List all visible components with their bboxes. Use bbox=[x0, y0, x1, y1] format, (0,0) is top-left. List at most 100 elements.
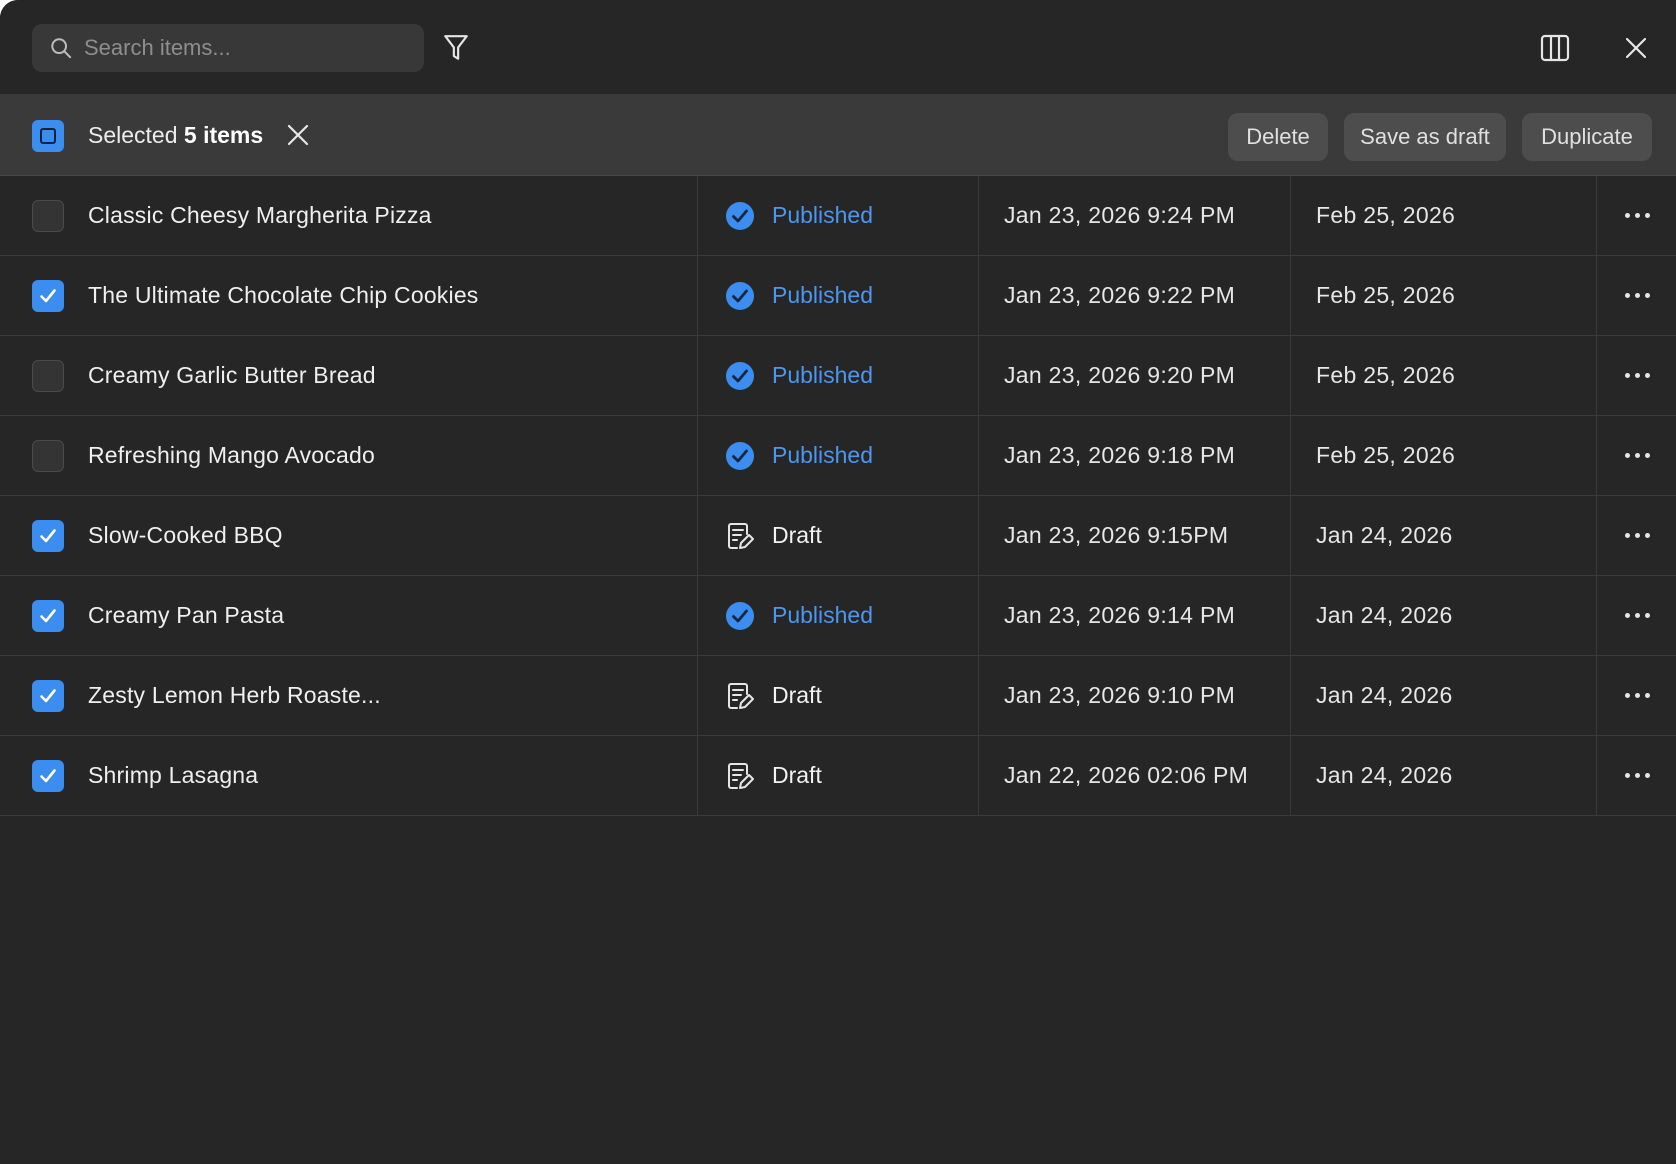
status-icon bbox=[725, 761, 755, 791]
row-menu-button[interactable] bbox=[1615, 683, 1660, 708]
created-date: Jan 23, 2026 9:22 PM bbox=[1004, 282, 1236, 308]
item-name[interactable]: The Ultimate Chocolate Chip Cookies bbox=[88, 282, 479, 309]
filter-icon bbox=[444, 35, 468, 60]
updated-date: Feb 25, 2026 bbox=[1316, 442, 1456, 468]
created-cell: Jan 23, 2026 9:22 PM bbox=[980, 256, 1291, 335]
item-name[interactable]: Shrimp Lasagna bbox=[88, 762, 258, 789]
row-checkbox[interactable] bbox=[32, 520, 64, 552]
name-cell: Zesty Lemon Herb Roaste... bbox=[0, 656, 698, 735]
table-row[interactable]: Zesty Lemon Herb Roaste... Draft Jan 23,… bbox=[0, 656, 1676, 736]
row-checkbox[interactable] bbox=[32, 760, 64, 792]
row-menu-button[interactable] bbox=[1615, 443, 1660, 468]
row-checkbox[interactable] bbox=[32, 280, 64, 312]
item-name[interactable]: Creamy Pan Pasta bbox=[88, 602, 284, 629]
draft-icon bbox=[728, 763, 754, 789]
status-cell: Published bbox=[699, 416, 979, 495]
items-panel: Selected 5 items Delete Save as draft Du… bbox=[0, 0, 1676, 1164]
close-icon bbox=[1625, 37, 1647, 59]
updated-cell: Feb 25, 2026 bbox=[1292, 256, 1597, 335]
created-cell: Jan 23, 2026 9:15PM bbox=[980, 496, 1291, 575]
updated-date: Feb 25, 2026 bbox=[1316, 362, 1456, 388]
columns-icon bbox=[1540, 34, 1570, 62]
item-name[interactable]: Creamy Garlic Butter Bread bbox=[88, 362, 376, 389]
more-dots-icon bbox=[1634, 453, 1640, 458]
status-cell: Published bbox=[699, 336, 979, 415]
more-dots-icon bbox=[1644, 613, 1650, 618]
menu-cell bbox=[1598, 416, 1676, 495]
item-name[interactable]: Slow-Cooked BBQ bbox=[88, 522, 283, 549]
row-menu-button[interactable] bbox=[1615, 523, 1660, 548]
item-name[interactable]: Zesty Lemon Herb Roaste... bbox=[88, 682, 381, 709]
more-dots-icon bbox=[1644, 693, 1650, 698]
more-dots-icon bbox=[1624, 453, 1630, 458]
search-input[interactable] bbox=[84, 24, 414, 72]
updated-cell: Jan 24, 2026 bbox=[1292, 576, 1597, 655]
status-icon bbox=[725, 601, 755, 631]
table-row[interactable]: Creamy Pan Pasta Published Jan 23, 2026 … bbox=[0, 576, 1676, 656]
toolbar bbox=[0, 0, 1676, 94]
close-button[interactable] bbox=[1620, 32, 1652, 64]
table-row[interactable]: Refreshing Mango Avocado Published Jan 2… bbox=[0, 416, 1676, 496]
updated-date: Jan 24, 2026 bbox=[1316, 762, 1453, 788]
updated-cell: Feb 25, 2026 bbox=[1292, 416, 1597, 495]
created-date: Jan 22, 2026 02:06 PM bbox=[1004, 762, 1249, 788]
table-row[interactable]: Shrimp Lasagna Draft Jan 22, 2026 02:06 … bbox=[0, 736, 1676, 816]
checkmark-icon bbox=[40, 769, 56, 783]
more-dots-icon bbox=[1624, 773, 1630, 778]
status-icon bbox=[725, 201, 755, 231]
row-checkbox[interactable] bbox=[32, 440, 64, 472]
close-icon bbox=[287, 124, 309, 146]
draft-icon bbox=[728, 683, 754, 709]
status-label: Published bbox=[772, 362, 874, 388]
menu-cell bbox=[1598, 656, 1676, 735]
row-checkbox[interactable] bbox=[32, 680, 64, 712]
selection-summary: Selected 5 items bbox=[88, 94, 263, 176]
table-row[interactable]: The Ultimate Chocolate Chip Cookies Publ… bbox=[0, 256, 1676, 336]
more-dots-icon bbox=[1624, 533, 1630, 538]
updated-date: Feb 25, 2026 bbox=[1316, 282, 1456, 308]
updated-date: Jan 24, 2026 bbox=[1316, 682, 1453, 708]
delete-button[interactable]: Delete bbox=[1228, 113, 1328, 161]
menu-cell bbox=[1598, 336, 1676, 415]
row-menu-button[interactable] bbox=[1615, 283, 1660, 308]
row-checkbox[interactable] bbox=[32, 200, 64, 232]
row-menu-button[interactable] bbox=[1615, 203, 1660, 228]
filter-button[interactable] bbox=[440, 32, 472, 64]
row-menu-button[interactable] bbox=[1615, 363, 1660, 388]
table-row[interactable]: Creamy Garlic Butter Bread Published Jan… bbox=[0, 336, 1676, 416]
duplicate-button[interactable]: Duplicate bbox=[1522, 113, 1652, 161]
table-row[interactable]: Classic Cheesy Margherita Pizza Publishe… bbox=[0, 176, 1676, 256]
created-cell: Jan 22, 2026 02:06 PM bbox=[980, 736, 1291, 815]
status-cell: Draft bbox=[699, 656, 979, 735]
more-dots-icon bbox=[1634, 613, 1640, 618]
created-cell: Jan 23, 2026 9:10 PM bbox=[980, 656, 1291, 735]
created-date: Jan 23, 2026 9:10 PM bbox=[1004, 682, 1236, 708]
search-box[interactable] bbox=[32, 24, 424, 72]
columns-button[interactable] bbox=[1538, 32, 1572, 64]
updated-cell: Feb 25, 2026 bbox=[1292, 176, 1597, 255]
status-cell: Published bbox=[699, 256, 979, 335]
row-menu-button[interactable] bbox=[1615, 603, 1660, 628]
select-all-checkbox[interactable] bbox=[32, 120, 64, 152]
created-date: Jan 23, 2026 9:15PM bbox=[1004, 522, 1229, 548]
table-row[interactable]: Slow-Cooked BBQ Draft Jan 23, 2026 9:15P… bbox=[0, 496, 1676, 576]
created-cell: Jan 23, 2026 9:20 PM bbox=[980, 336, 1291, 415]
updated-date: Feb 25, 2026 bbox=[1316, 202, 1456, 228]
row-menu-button[interactable] bbox=[1615, 763, 1660, 788]
published-check-icon bbox=[726, 442, 754, 470]
created-date: Jan 23, 2026 9:14 PM bbox=[1004, 602, 1236, 628]
row-checkbox[interactable] bbox=[32, 600, 64, 632]
status-icon bbox=[725, 441, 755, 471]
item-name[interactable]: Classic Cheesy Margherita Pizza bbox=[88, 202, 432, 229]
more-dots-icon bbox=[1624, 373, 1630, 378]
item-name[interactable]: Refreshing Mango Avocado bbox=[88, 442, 375, 469]
row-checkbox[interactable] bbox=[32, 360, 64, 392]
status-label: Draft bbox=[772, 682, 822, 708]
more-dots-icon bbox=[1624, 613, 1630, 618]
name-cell: Classic Cheesy Margherita Pizza bbox=[0, 176, 698, 255]
save-as-draft-button[interactable]: Save as draft bbox=[1344, 113, 1506, 161]
published-check-icon bbox=[726, 602, 754, 630]
status-label: Published bbox=[772, 602, 874, 628]
clear-selection-button[interactable] bbox=[286, 123, 310, 147]
created-date: Jan 23, 2026 9:24 PM bbox=[1004, 202, 1236, 228]
